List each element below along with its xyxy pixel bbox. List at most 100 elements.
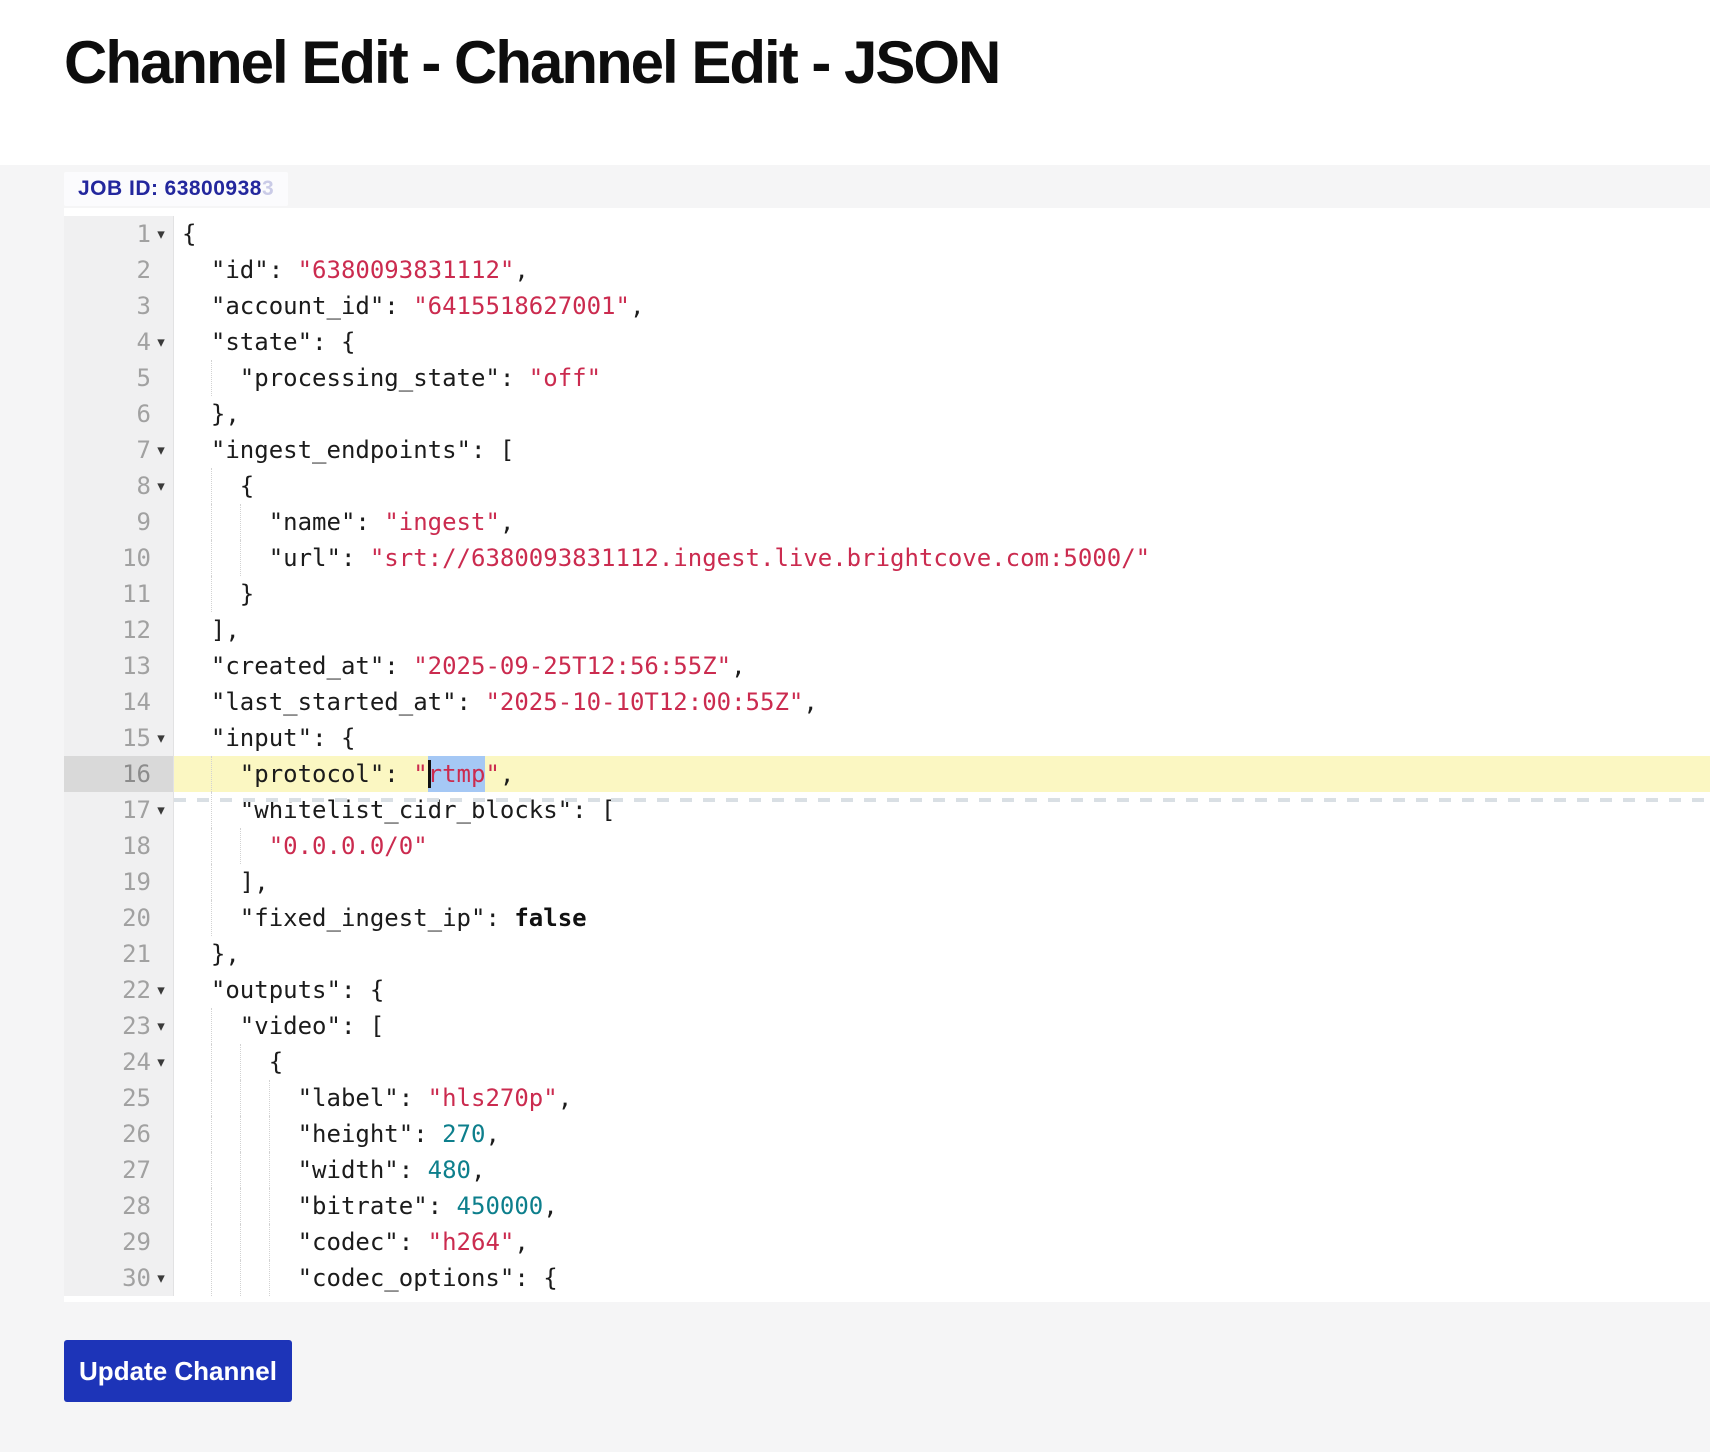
- line-number: 2: [137, 256, 151, 284]
- code-token: {: [240, 472, 254, 500]
- code-line-20[interactable]: 20 "fixed_ingest_ip": false: [64, 900, 1710, 936]
- line-number: 27: [122, 1156, 151, 1184]
- code-line-24[interactable]: 24▾ {: [64, 1044, 1710, 1080]
- code-text[interactable]: "codec": "h264",: [174, 1224, 1710, 1260]
- code-line-3[interactable]: 3 "account_id": "6415518627001",: [64, 288, 1710, 324]
- code-text[interactable]: "whitelist_cidr_blocks": [: [174, 792, 1710, 828]
- code-text[interactable]: "name": "ingest",: [174, 504, 1710, 540]
- code-line-28[interactable]: 28 "bitrate": 450000,: [64, 1188, 1710, 1224]
- code-text[interactable]: }: [174, 576, 1710, 612]
- code-token: : [: [572, 796, 615, 824]
- code-text[interactable]: },: [174, 936, 1710, 972]
- gutter-cell: 3: [64, 288, 174, 324]
- code-token: "protocol": [240, 760, 385, 788]
- line-number: 3: [137, 292, 151, 320]
- code-line-8[interactable]: 8▾ {: [64, 468, 1710, 504]
- code-text[interactable]: "height": 270,: [174, 1116, 1710, 1152]
- fold-arrow-icon[interactable]: ▾: [152, 432, 170, 468]
- code-line-23[interactable]: 23▾ "video": [: [64, 1008, 1710, 1044]
- code-line-14[interactable]: 14 "last_started_at": "2025-10-10T12:00:…: [64, 684, 1710, 720]
- code-token: "6380093831112": [298, 256, 515, 284]
- code-text[interactable]: "processing_state": "off": [174, 360, 1710, 396]
- code-line-7[interactable]: 7▾ "ingest_endpoints": [: [64, 432, 1710, 468]
- code-text[interactable]: {: [174, 1044, 1710, 1080]
- fold-arrow-icon[interactable]: ▾: [152, 1044, 170, 1080]
- code-line-9[interactable]: 9 "name": "ingest",: [64, 504, 1710, 540]
- code-line-29[interactable]: 29 "codec": "h264",: [64, 1224, 1710, 1260]
- fold-arrow-icon[interactable]: ▾: [152, 720, 170, 756]
- code-text[interactable]: {: [174, 216, 1710, 252]
- fold-arrow-icon[interactable]: ▾: [152, 468, 170, 504]
- code-text[interactable]: "id": "6380093831112",: [174, 252, 1710, 288]
- code-token: ": [413, 760, 427, 788]
- fold-arrow-icon[interactable]: ▾: [152, 1260, 170, 1296]
- code-line-19[interactable]: 19 ],: [64, 864, 1710, 900]
- code-line-17[interactable]: 17▾ "whitelist_cidr_blocks": [: [64, 792, 1710, 828]
- fold-arrow-icon[interactable]: ▾: [152, 972, 170, 1008]
- code-line-13[interactable]: 13 "created_at": "2025-09-25T12:56:55Z",: [64, 648, 1710, 684]
- code-text[interactable]: "input": {: [174, 720, 1710, 756]
- code-token: ],: [211, 616, 240, 644]
- code-line-16[interactable]: 16 "protocol": "rtmp",: [64, 756, 1710, 792]
- code-text[interactable]: {: [174, 468, 1710, 504]
- code-line-4[interactable]: 4▾ "state": {: [64, 324, 1710, 360]
- code-text[interactable]: ],: [174, 612, 1710, 648]
- gutter-cell: 25: [64, 1080, 174, 1116]
- code-text[interactable]: "outputs": {: [174, 972, 1710, 1008]
- code-line-10[interactable]: 10 "url": "srt://6380093831112.ingest.li…: [64, 540, 1710, 576]
- code-token: 450000: [457, 1192, 544, 1220]
- line-number: 13: [122, 652, 151, 680]
- code-text[interactable]: "url": "srt://6380093831112.ingest.live.…: [174, 540, 1710, 576]
- code-token: : {: [312, 328, 355, 356]
- code-text[interactable]: "state": {: [174, 324, 1710, 360]
- code-token: ,: [485, 1120, 499, 1148]
- code-line-30[interactable]: 30▾ "codec_options": {: [64, 1260, 1710, 1296]
- code-token: :: [269, 256, 298, 284]
- code-token: ,: [500, 760, 514, 788]
- code-text[interactable]: "fixed_ingest_ip": false: [174, 900, 1710, 936]
- code-text[interactable]: ],: [174, 864, 1710, 900]
- code-text[interactable]: "protocol": "rtmp",: [174, 756, 1710, 792]
- code-token: :: [355, 508, 384, 536]
- code-text[interactable]: "width": 480,: [174, 1152, 1710, 1188]
- code-text[interactable]: "created_at": "2025-09-25T12:56:55Z",: [174, 648, 1710, 684]
- code-text[interactable]: "ingest_endpoints": [: [174, 432, 1710, 468]
- gutter-cell: 23▾: [64, 1008, 174, 1044]
- code-token: :: [341, 544, 370, 572]
- code-line-21[interactable]: 21 },: [64, 936, 1710, 972]
- code-text[interactable]: "account_id": "6415518627001",: [174, 288, 1710, 324]
- code-text[interactable]: "video": [: [174, 1008, 1710, 1044]
- line-number: 25: [122, 1084, 151, 1112]
- code-line-5[interactable]: 5 "processing_state": "off": [64, 360, 1710, 396]
- line-number: 21: [122, 940, 151, 968]
- code-line-26[interactable]: 26 "height": 270,: [64, 1116, 1710, 1152]
- fold-arrow-icon[interactable]: ▾: [152, 216, 170, 252]
- code-line-11[interactable]: 11 }: [64, 576, 1710, 612]
- code-line-27[interactable]: 27 "width": 480,: [64, 1152, 1710, 1188]
- gutter-cell: 12: [64, 612, 174, 648]
- code-line-2[interactable]: 2 "id": "6380093831112",: [64, 252, 1710, 288]
- json-editor[interactable]: 1▾{2 "id": "6380093831112",3 "account_id…: [64, 208, 1710, 1302]
- line-number: 9: [137, 508, 151, 536]
- code-line-12[interactable]: 12 ],: [64, 612, 1710, 648]
- code-line-15[interactable]: 15▾ "input": {: [64, 720, 1710, 756]
- code-text[interactable]: "0.0.0.0/0": [174, 828, 1710, 864]
- code-text[interactable]: "last_started_at": "2025-10-10T12:00:55Z…: [174, 684, 1710, 720]
- code-line-22[interactable]: 22▾ "outputs": {: [64, 972, 1710, 1008]
- update-channel-button[interactable]: Update Channel: [64, 1340, 292, 1402]
- fold-arrow-icon[interactable]: ▾: [152, 324, 170, 360]
- code-line-6[interactable]: 6 },: [64, 396, 1710, 432]
- code-text[interactable]: "codec_options": {: [174, 1260, 1710, 1296]
- code-token: "account_id": [211, 292, 384, 320]
- code-line-1[interactable]: 1▾{: [64, 216, 1710, 252]
- code-token: :: [457, 688, 486, 716]
- page-header: Channel Edit - Channel Edit - JSON: [0, 30, 1710, 165]
- code-line-18[interactable]: 18 "0.0.0.0/0": [64, 828, 1710, 864]
- fold-arrow-icon[interactable]: ▾: [152, 792, 170, 828]
- code-text[interactable]: },: [174, 396, 1710, 432]
- code-text[interactable]: "bitrate": 450000,: [174, 1188, 1710, 1224]
- code-token: :: [384, 652, 413, 680]
- fold-arrow-icon[interactable]: ▾: [152, 1008, 170, 1044]
- code-line-25[interactable]: 25 "label": "hls270p",: [64, 1080, 1710, 1116]
- code-text[interactable]: "label": "hls270p",: [174, 1080, 1710, 1116]
